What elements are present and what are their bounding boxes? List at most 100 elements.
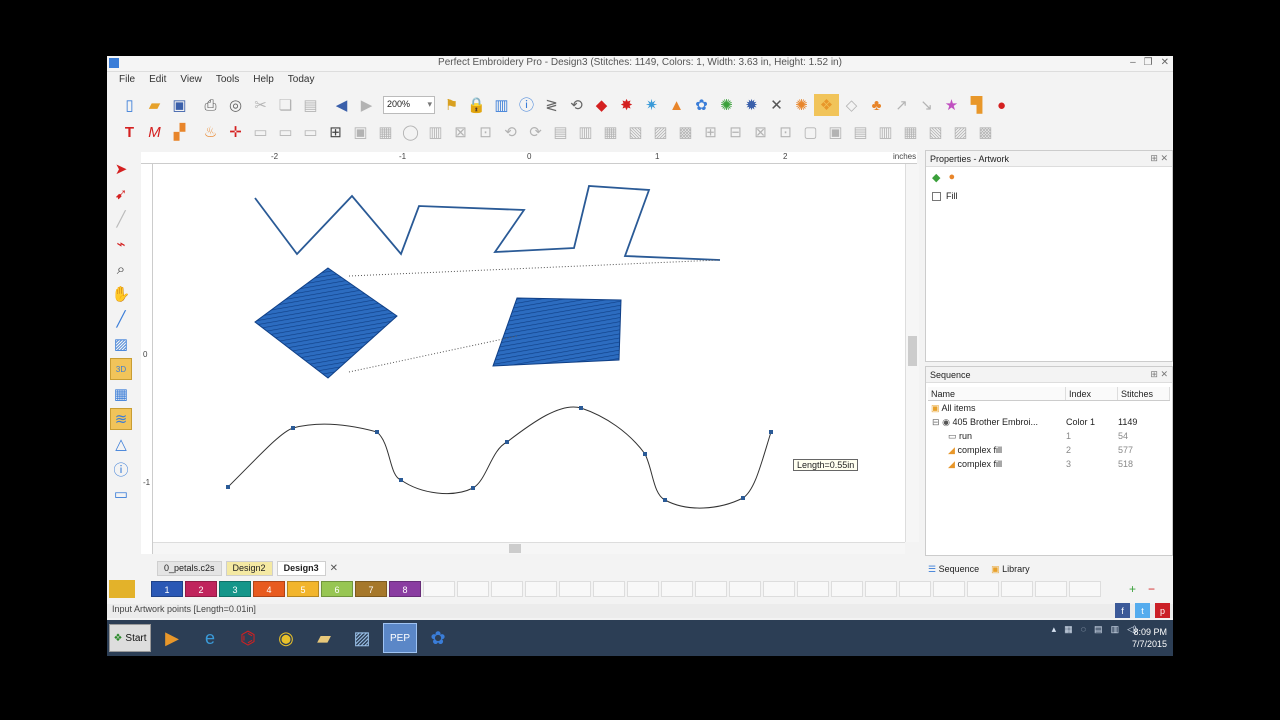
menu-edit[interactable]: Edit	[149, 74, 166, 90]
palette-icon[interactable]	[109, 580, 135, 598]
add-color-icon[interactable]: +	[1129, 582, 1136, 596]
color-swatch-6[interactable]: 6	[321, 581, 353, 597]
pep-icon[interactable]: PEP	[383, 623, 417, 653]
disabled-icon[interactable]: ⊠	[748, 121, 773, 143]
device-icon[interactable]: ▤	[1094, 624, 1103, 635]
disabled-icon[interactable]: ▦	[898, 121, 923, 143]
star-icon[interactable]: ✸	[614, 94, 639, 116]
start-button[interactable]: ❖ Start	[109, 624, 151, 652]
ruler-icon[interactable]: △	[110, 433, 132, 455]
print-icon[interactable]: ⎙	[198, 94, 223, 116]
run-stitch-path[interactable]	[254, 185, 721, 261]
media-icon[interactable]: ▶	[155, 623, 189, 653]
disabled-icon[interactable]: ▥	[573, 121, 598, 143]
disabled-icon[interactable]: ↗	[889, 94, 914, 116]
vertical-scrollbar[interactable]	[905, 164, 919, 542]
flower-icon[interactable]: ✿	[421, 623, 455, 653]
disabled-icon[interactable]: ▨	[948, 121, 973, 143]
disabled-icon[interactable]: ▥	[423, 121, 448, 143]
facebook-icon[interactable]: f	[1115, 603, 1130, 618]
disabled-icon[interactable]: ⟳	[523, 121, 548, 143]
scan-icon[interactable]: ◎	[223, 94, 248, 116]
twitter-icon[interactable]: t	[1135, 603, 1150, 618]
diamond-fill-shape[interactable]	[254, 267, 398, 379]
info-icon[interactable]: ⓘ	[110, 458, 132, 480]
star-shape-icon[interactable]: ★	[939, 94, 964, 116]
open-icon[interactable]: ▰	[142, 94, 167, 116]
folder-icon[interactable]: ▰	[307, 623, 341, 653]
menu-view[interactable]: View	[180, 74, 202, 90]
tab-library[interactable]: ▣ Library	[991, 564, 1030, 575]
copy-icon[interactable]: ❏	[273, 94, 298, 116]
scissors-icon[interactable]: ✕	[764, 94, 789, 116]
close-icon[interactable]: ✕	[330, 563, 338, 574]
color-swatch-3[interactable]: 3	[219, 581, 251, 597]
photos-icon[interactable]: ▨	[345, 623, 379, 653]
disabled-icon[interactable]: ⊞	[698, 121, 723, 143]
maximize-button[interactable]: ❐	[1144, 57, 1153, 68]
knife-icon[interactable]: ╱	[110, 208, 132, 230]
info-icon[interactable]: ⓘ	[514, 94, 539, 116]
column-name[interactable]: Name	[928, 387, 1066, 400]
disabled-icon[interactable]: ⟲	[498, 121, 523, 143]
frame-icon[interactable]: ▭	[110, 483, 132, 505]
disabled-icon[interactable]: ▭	[273, 121, 298, 143]
zoom-icon[interactable]: ⌕	[110, 258, 132, 280]
tab-design2[interactable]: Design2	[225, 560, 273, 576]
parallelogram-fill-shape[interactable]	[492, 297, 622, 367]
table-row[interactable]: ▣ All items	[928, 401, 1170, 415]
3d-icon[interactable]: 3D	[110, 358, 132, 380]
orange-shape-icon[interactable]: ♣	[864, 94, 889, 116]
tab-sequence[interactable]: ☰ Sequence	[928, 564, 979, 575]
disabled-icon[interactable]: ⊡	[773, 121, 798, 143]
disabled-icon[interactable]: ▩	[673, 121, 698, 143]
save-icon[interactable]: ▣	[167, 94, 192, 116]
acrobat-icon[interactable]: ⌬	[231, 623, 265, 653]
zoom-select[interactable]: 200%	[383, 96, 435, 114]
fill-icon[interactable]: ≋	[110, 408, 132, 430]
node-edit-icon[interactable]: ➹	[110, 183, 132, 205]
disabled-icon[interactable]: ▦	[373, 121, 398, 143]
traffic-light-icon[interactable]: ⚑	[439, 94, 464, 116]
group-icon[interactable]: ❖	[814, 94, 839, 116]
lock-icon[interactable]: 🔒	[464, 94, 489, 116]
table-row[interactable]: ◢ complex fill 3 518	[928, 457, 1170, 471]
disabled-icon[interactable]: ▤	[848, 121, 873, 143]
disabled-icon[interactable]: ▥	[873, 121, 898, 143]
tab-petals[interactable]: 0_petals.c2s	[157, 560, 222, 576]
ie-icon[interactable]: e	[193, 623, 227, 653]
color-swatch-2[interactable]: 2	[185, 581, 217, 597]
disabled-icon[interactable]: ▣	[348, 121, 373, 143]
menu-help[interactable]: Help	[253, 74, 274, 90]
close-button[interactable]: ✕	[1161, 57, 1169, 68]
cut-icon[interactable]: ✂	[248, 94, 273, 116]
menu-today[interactable]: Today	[288, 74, 315, 90]
design-canvas[interactable]: Length=0.55in	[153, 164, 905, 542]
paste-icon[interactable]: ▤	[298, 94, 323, 116]
monogram-icon[interactable]: M	[142, 121, 167, 143]
column-stitches[interactable]: Stitches	[1118, 387, 1170, 400]
zigzag-icon[interactable]: ≷	[539, 94, 564, 116]
scroll-thumb[interactable]	[908, 336, 917, 366]
disabled-icon[interactable]: ▩	[973, 121, 998, 143]
square-icon[interactable]: ▜	[964, 94, 989, 116]
color-swatch-1[interactable]: 1	[151, 581, 183, 597]
disabled-icon[interactable]: ⊠	[448, 121, 473, 143]
color-swatch-8[interactable]: 8	[389, 581, 421, 597]
disabled-icon[interactable]: ▨	[648, 121, 673, 143]
help-icon[interactable]: ●	[989, 94, 1014, 116]
power-icon[interactable]: ▥	[1111, 624, 1120, 635]
measure-icon[interactable]: ╱	[110, 308, 132, 330]
hat-icon[interactable]: ▞	[167, 121, 192, 143]
blue-flower-icon[interactable]: ✿	[689, 94, 714, 116]
pinterest-icon[interactable]: p	[1155, 603, 1170, 618]
color-swatch-4[interactable]: 4	[253, 581, 285, 597]
disabled-icon[interactable]: ◇	[839, 94, 864, 116]
disabled-icon[interactable]: ▢	[798, 121, 823, 143]
expand-icon[interactable]: ⊟	[932, 417, 940, 427]
column-index[interactable]: Index	[1066, 387, 1118, 400]
minimize-button[interactable]: –	[1130, 57, 1136, 68]
stitch-icon[interactable]: ⌁	[110, 233, 132, 255]
panel-close-icon[interactable]: ⊞ ✕	[1150, 153, 1168, 164]
curve-artwork-path[interactable]	[227, 406, 772, 509]
